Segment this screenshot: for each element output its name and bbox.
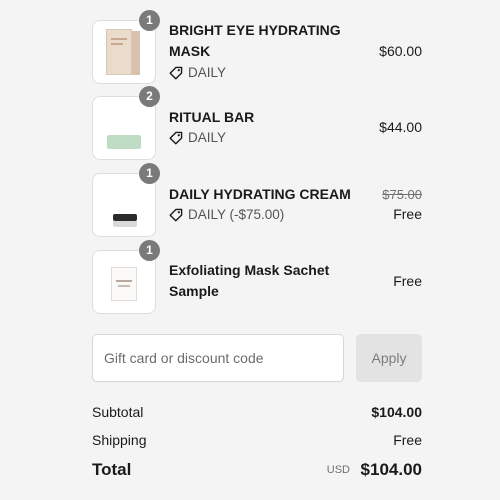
product-price: $60.00 [379,43,422,59]
discount-code-input[interactable] [92,334,344,382]
shipping-label: Shipping [92,432,147,448]
tag-icon [169,208,183,222]
cart-item: 1 DAILY HYDRATING CREAM DAILY (-$75.00) … [92,163,422,237]
currency-code: USD [326,464,350,476]
discount-tag: DAILY (-$75.00) [169,206,284,224]
shipping-value: Free [393,432,422,448]
product-price: Free [393,273,422,289]
apply-button[interactable]: Apply [356,334,422,382]
quantity-badge: 1 [139,163,160,184]
quantity-badge: 1 [139,240,160,261]
product-name: BRIGHT EYE HYDRATING MASK [169,22,341,59]
discount-tag: DAILY [169,64,226,82]
subtotal-value: $104.00 [371,404,422,420]
tag-icon [169,66,183,80]
original-price: $75.00 [382,187,422,202]
total-label: Total [92,460,132,479]
product-price: $44.00 [379,119,422,135]
product-name: DAILY HYDRATING CREAM [169,186,351,202]
total-row: Total USD $104.00 [92,458,422,482]
product-name: RITUAL BAR [169,109,255,125]
quantity-badge: 1 [139,10,160,31]
total-value: $104.00 [360,460,422,479]
discount-tag: DAILY [169,129,226,147]
subtotal-label: Subtotal [92,404,144,420]
discount-tag-label: DAILY [188,65,227,80]
shipping-row: Shipping Free [92,430,422,450]
cart-item: 1 BRIGHT EYE HYDRATING MASK DAILY $60.00 [92,10,422,84]
product-name: Exfoliating Mask Sachet Sample [169,262,330,299]
quantity-badge: 2 [139,86,160,107]
cart-item: 1 Exfoliating Mask Sachet Sample Free [92,240,422,314]
product-price: Free [393,206,422,222]
discount-tag-label: DAILY (-$75.00) [188,207,285,222]
discount-tag-label: DAILY [188,130,227,145]
tag-icon [169,131,183,145]
subtotal-row: Subtotal $104.00 [92,402,422,422]
cart-item: 2 RITUAL BAR DAILY $44.00 [92,86,422,160]
